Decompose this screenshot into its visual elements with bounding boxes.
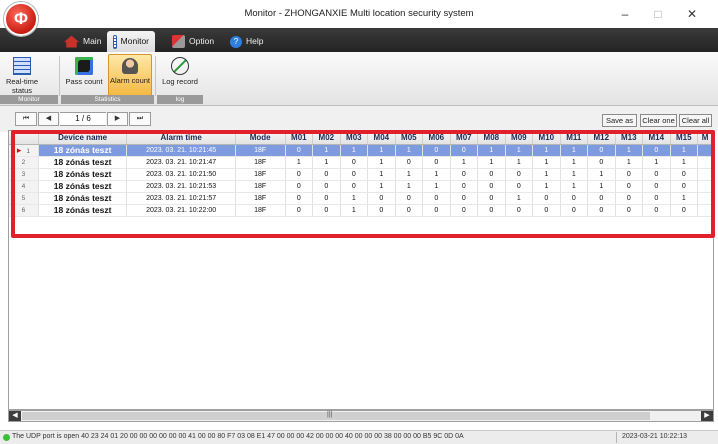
realtime-status-label: Real-time status	[5, 77, 39, 95]
log-record-label: Log record	[162, 77, 198, 86]
group-divider	[59, 56, 60, 96]
tab-option-label: Option	[189, 36, 215, 46]
scroll-left-icon[interactable]: ◀	[9, 411, 21, 421]
log-record-button[interactable]: Log record	[159, 54, 201, 96]
window-title: Monitor - ZHONGANXIE Multi location secu…	[244, 8, 474, 19]
ribbon-group-statistics: Pass count Alarm count Statistics	[61, 54, 154, 104]
last-page-button[interactable]: ⏭	[129, 112, 151, 126]
log-record-icon	[171, 57, 189, 75]
next-page-button[interactable]: ▶	[107, 112, 128, 126]
udp-status-icon	[3, 434, 10, 441]
annotation-highlight-box	[11, 130, 715, 238]
pass-count-label: Pass count	[65, 77, 103, 86]
help-icon: ?	[230, 35, 242, 48]
page-indicator: 1 / 6	[60, 112, 106, 126]
alarm-count-button[interactable]: Alarm count	[108, 54, 152, 96]
save-as-button[interactable]: Save as	[602, 114, 637, 127]
app-logo: Φ	[4, 2, 38, 36]
home-icon	[64, 35, 79, 48]
close-button[interactable]: ✕	[681, 5, 703, 23]
pass-count-icon	[75, 57, 93, 75]
group-divider	[155, 56, 156, 96]
ribbon-group-monitor: Real-time status Monitor	[0, 54, 58, 104]
status-divider	[616, 432, 617, 443]
realtime-status-button[interactable]: Real-time status	[2, 54, 42, 96]
clear-one-button[interactable]: Clear one	[640, 114, 677, 127]
tab-option[interactable]: Option	[166, 31, 220, 52]
tab-main[interactable]: Main	[58, 31, 107, 52]
wrench-icon	[172, 35, 185, 48]
scroll-grip: |||	[327, 411, 333, 418]
menu-bar: Main Monitor Option ? Help	[0, 28, 718, 52]
scroll-thumb[interactable]	[22, 412, 650, 420]
tab-monitor-label: Monitor	[120, 36, 149, 46]
group-caption-statistics: Statistics	[61, 95, 154, 104]
status-message: The UDP port is open 40 23 24 01 20 00 0…	[12, 433, 464, 440]
pass-count-button[interactable]: Pass count	[63, 54, 105, 96]
horizontal-scrollbar[interactable]: ◀ ||| ▶	[8, 410, 714, 422]
realtime-status-icon	[13, 57, 31, 75]
alarm-count-icon	[122, 58, 138, 74]
group-caption-monitor: Monitor	[0, 95, 58, 104]
ribbon: Real-time status Monitor Pass count Alar…	[0, 52, 718, 106]
scroll-right-icon[interactable]: ▶	[701, 411, 713, 421]
tab-monitor[interactable]: Monitor	[107, 31, 155, 52]
tab-main-label: Main	[83, 36, 102, 46]
status-time: 2023-03-21 10:22:13	[622, 433, 687, 440]
alarm-count-label: Alarm count	[109, 76, 151, 85]
title-bar: Φ Monitor - ZHONGANXIE Multi location se…	[0, 0, 718, 36]
tab-help-label: Help	[246, 36, 264, 46]
prev-page-button[interactable]: ◀	[38, 112, 59, 126]
minimize-button[interactable]: –	[614, 5, 636, 23]
group-caption-log: log	[157, 95, 203, 104]
status-bar: The UDP port is open 40 23 24 01 20 00 0…	[0, 430, 718, 444]
maximize-button[interactable]: □	[647, 5, 669, 23]
monitor-icon	[113, 34, 117, 49]
clear-all-button[interactable]: Clear all	[679, 114, 712, 127]
grid-toolbar: ⏮ ◀ 1 / 6 ▶ ⏭ Save as Clear one Clear al…	[0, 106, 718, 132]
tab-help[interactable]: ? Help	[224, 31, 269, 52]
first-page-button[interactable]: ⏮	[15, 112, 37, 126]
ribbon-group-log: Log record log	[157, 54, 203, 104]
